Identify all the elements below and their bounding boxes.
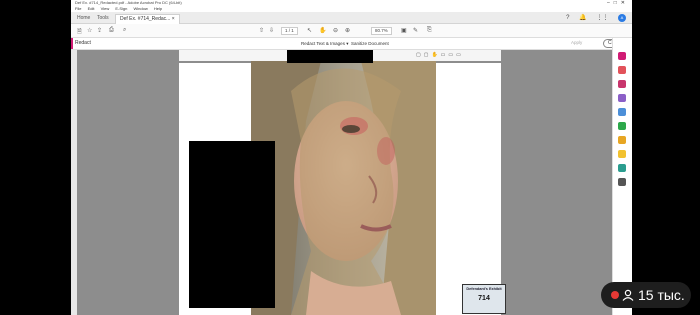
fill-sign-icon[interactable] — [618, 136, 626, 144]
organize-pages-icon[interactable] — [618, 122, 626, 130]
hand-tool-icon[interactable]: ✋ — [319, 27, 326, 34]
apply-button[interactable]: Apply — [571, 40, 582, 45]
notifications-icon[interactable]: 🔔 — [579, 15, 586, 21]
redact-toolbar: Redact Redact Text & Images ▾ Sanitize D… — [71, 38, 626, 50]
menu-window[interactable]: Window — [133, 6, 147, 11]
apps-grid-icon[interactable]: ⋮⋮ — [596, 15, 608, 21]
upload-icon[interactable]: ⇪ — [97, 27, 102, 34]
zoom-out-icon[interactable]: ⊖ — [333, 27, 338, 34]
page-indicator[interactable]: 1 / 1 — [281, 27, 298, 35]
exhibit-sticker: Defendant's Exhibit 714 — [462, 284, 506, 314]
bookmark-star-icon[interactable]: ☆ — [87, 27, 92, 34]
right-tools-panel — [612, 38, 632, 315]
combine-files-icon[interactable] — [618, 80, 626, 88]
top-right-icons: ? 🔔 ⋮⋮ A — [558, 14, 626, 22]
menu-edit[interactable]: Edit — [88, 6, 95, 11]
tab-bar: Home Tools Def Ex. #714_Redac... × ? 🔔 ⋮… — [71, 12, 632, 24]
redact-label: Redact — [75, 40, 91, 46]
next-page-icon[interactable]: ⇩ — [269, 27, 274, 34]
avatar[interactable]: A — [618, 14, 626, 22]
window-title: Def Ex. #714_Redacted.pdf - Adobe Acroba… — [75, 0, 182, 5]
prev-page-icon[interactable]: ⇧ — [259, 27, 264, 34]
page-floating-tools[interactable]: ▢▢✋▭▭▭ — [416, 52, 464, 58]
menu-file[interactable]: File — [75, 6, 81, 11]
tab-tools[interactable]: Tools — [93, 14, 113, 23]
view-count-badge: 15 тыс. — [601, 282, 691, 308]
print-icon[interactable]: ⎙ — [109, 27, 114, 34]
select-cursor-icon[interactable]: ↖ — [307, 27, 312, 34]
redact-accent-bar — [71, 38, 73, 49]
share-icon[interactable]: ⎘ — [427, 27, 432, 34]
acrobat-window: Def Ex. #714_Redacted.pdf - Adobe Acroba… — [71, 0, 632, 315]
comment-tool-icon[interactable] — [618, 150, 626, 158]
redact-text-images-button[interactable]: Redact Text & Images ▾ — [301, 41, 348, 47]
sanitize-document-button[interactable]: Sanitize Document — [351, 41, 389, 46]
main-toolbar: 🗎 ☆ ⇪ ⎙ ⌕ ⇧ ⇩ 1 / 1 ↖ ✋ ⊖ ⊕ 80.7% ▣ ✎ ⎘ — [71, 24, 632, 38]
scan-ocr-icon[interactable] — [618, 164, 626, 172]
help-icon[interactable]: ? — [566, 15, 569, 21]
page-current[interactable]: 1 — [285, 28, 288, 33]
menu-view[interactable]: View — [101, 6, 110, 11]
document-photo — [251, 61, 436, 315]
menu-esign[interactable]: E-Sign — [115, 6, 127, 11]
export-pdf-icon[interactable] — [618, 108, 626, 116]
create-pdf-icon[interactable] — [618, 66, 626, 74]
edit-pdf-icon[interactable] — [618, 94, 626, 102]
tab-home[interactable]: Home — [73, 14, 94, 23]
view-count: 15 тыс. — [638, 287, 685, 303]
exhibit-number: 714 — [478, 295, 490, 302]
search-icon[interactable]: ⌕ — [123, 27, 126, 34]
tab-document[interactable]: Def Ex. #714_Redac... × — [115, 14, 180, 24]
record-dot-icon — [611, 291, 619, 299]
redaction-box-top — [287, 50, 373, 63]
fit-page-icon[interactable]: ▣ — [401, 27, 407, 34]
menu-help[interactable]: Help — [154, 6, 162, 11]
zoom-level[interactable]: 80.7% — [371, 27, 392, 35]
redaction-box-left — [189, 141, 275, 308]
page-total: / 1 — [288, 28, 294, 33]
comment-icon[interactable]: ✎ — [413, 27, 418, 34]
save-icon[interactable]: 🗎 — [77, 27, 82, 37]
more-tools-icon[interactable] — [618, 178, 626, 186]
person-icon — [622, 289, 634, 301]
redact-tool-icon[interactable] — [618, 52, 626, 60]
exhibit-title: Defendant's Exhibit — [466, 287, 502, 291]
portrait-photo — [251, 61, 436, 315]
zoom-in-icon[interactable]: ⊕ — [345, 27, 350, 34]
